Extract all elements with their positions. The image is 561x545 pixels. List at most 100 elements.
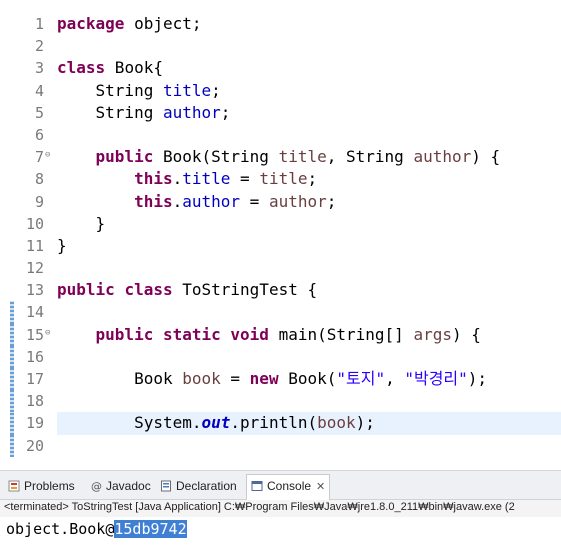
- code-token: author: [162, 102, 221, 122]
- code-line[interactable]: 6: [0, 124, 561, 146]
- line-number: 12: [25, 259, 44, 278]
- code-token: ;: [307, 169, 318, 189]
- line-number: 5: [34, 103, 44, 122]
- tab-problems[interactable]: Problems: [4, 475, 79, 497]
- code-token: ) {: [451, 324, 481, 344]
- tab-label: Javadoc: [106, 479, 151, 493]
- code-line[interactable]: 10 }: [0, 213, 561, 235]
- code-token: class: [124, 280, 173, 300]
- code-token: title: [278, 147, 327, 167]
- code-line[interactable]: 16: [0, 345, 561, 368]
- code-lines: 1 package object; 2 3 class Book{4 String ti…: [0, 13, 561, 457]
- line-number: 1: [34, 15, 44, 33]
- code-line[interactable]: 20: [0, 434, 561, 457]
- code-token: public: [57, 280, 115, 300]
- code-line[interactable]: 11}: [0, 235, 561, 257]
- code-editor[interactable]: 1 package object; 2 3 class Book{4 String ti…: [0, 0, 561, 462]
- code-line[interactable]: 2: [0, 35, 561, 57]
- code-line[interactable]: 15 ⊖ public static void main(String[] arg…: [0, 322, 561, 346]
- code-token: author: [268, 191, 327, 211]
- code-token: .: [172, 169, 183, 189]
- code-token: args: [413, 324, 452, 344]
- code-token: ToStringTest {: [172, 280, 318, 300]
- code-token: ;: [326, 191, 337, 211]
- code-token: =: [220, 369, 250, 388]
- code-text: }: [57, 235, 67, 257]
- code-text: public static void main(String[] args) {: [57, 324, 481, 346]
- line-number: 7: [34, 148, 44, 167]
- code-line[interactable]: 14: [0, 301, 561, 324]
- code-token: ;: [211, 80, 221, 100]
- code-token: }: [57, 235, 67, 255]
- code-line[interactable]: 13 public class ToStringTest {: [0, 279, 561, 301]
- code-line[interactable]: 19 System.out.println(book);: [0, 412, 561, 435]
- code-text: Book book = new Book("토지", "박경리");: [57, 368, 487, 390]
- fold-toggle-icon[interactable]: ⊖: [45, 144, 50, 166]
- code-token: package: [57, 14, 125, 33]
- line-number: 11: [25, 236, 44, 255]
- tab-console[interactable]: Console ✕: [246, 474, 331, 500]
- console-output[interactable]: object.Book@15db9742: [0, 517, 561, 545]
- code-line[interactable]: 8 this.title = title;: [0, 168, 561, 190]
- code-token: "토지": [336, 369, 386, 388]
- code-token: System.: [57, 413, 202, 433]
- code-token: .: [172, 191, 183, 211]
- code-token: Book: [57, 369, 183, 388]
- code-token: ) {: [471, 147, 501, 167]
- line-number: 19: [25, 414, 44, 433]
- line-number: 17: [25, 370, 44, 388]
- code-line[interactable]: 12: [0, 257, 561, 279]
- line-number: 13: [25, 281, 44, 300]
- code-token: Book(: [278, 369, 337, 388]
- code-token: =: [230, 169, 260, 189]
- line-number: 18: [25, 392, 44, 411]
- code-token: this: [134, 169, 173, 189]
- code-token: void: [230, 324, 269, 344]
- code-token: book: [182, 369, 221, 388]
- output-prefix: object.Book@: [6, 520, 115, 538]
- view-tab-bar: Problems @ Javadoc Declaration Console ✕: [0, 471, 561, 500]
- code-token: title: [259, 169, 308, 189]
- tab-declaration[interactable]: Declaration: [156, 475, 241, 497]
- code-text: this.title = title;: [57, 168, 317, 190]
- code-line[interactable]: 18: [0, 390, 561, 413]
- code-token: static: [162, 324, 221, 344]
- close-icon[interactable]: ✕: [316, 481, 325, 493]
- code-token: "박경리": [404, 369, 468, 388]
- code-line[interactable]: 5 String author;: [0, 102, 561, 124]
- code-token: class: [57, 58, 106, 78]
- code-token: new: [249, 369, 279, 388]
- fold-toggle-icon[interactable]: ⊖: [45, 322, 50, 344]
- bottom-views-panel: Problems @ Javadoc Declaration Console ✕ <ter…: [0, 470, 561, 545]
- code-token: String: [57, 80, 163, 100]
- code-token: Book{: [105, 58, 163, 78]
- code-line[interactable]: 7 ⊖ public Book(String title, String auth…: [0, 146, 561, 168]
- code-line[interactable]: 4 String title;: [0, 80, 561, 102]
- code-token: );: [355, 413, 375, 433]
- console-icon: [251, 477, 263, 491]
- code-token: .println(: [230, 413, 318, 433]
- line-number: 15: [25, 325, 44, 344]
- code-line[interactable]: 3 class Book{: [0, 57, 561, 79]
- code-token: }: [57, 213, 106, 233]
- tab-javadoc[interactable]: @ Javadoc: [86, 475, 155, 497]
- code-line[interactable]: 1 package object;: [0, 13, 561, 35]
- code-line[interactable]: 17 Book book = new Book("토지", "박경리");: [0, 368, 561, 391]
- code-token: ;: [220, 102, 231, 122]
- code-text: System.out.println(book);: [57, 412, 375, 434]
- tab-label: Declaration: [176, 479, 237, 493]
- code-line[interactable]: 9 this.author = author;: [0, 191, 561, 213]
- selected-hash-text[interactable]: 15db9742: [114, 520, 187, 538]
- code-token: author: [182, 191, 241, 211]
- code-text: public class ToStringTest {: [57, 279, 317, 301]
- problems-icon: [8, 477, 20, 492]
- code-token: ,: [385, 369, 405, 388]
- code-text: public Book(String title, String author)…: [57, 146, 501, 168]
- code-token: );: [467, 369, 488, 388]
- code-token: title: [182, 169, 231, 189]
